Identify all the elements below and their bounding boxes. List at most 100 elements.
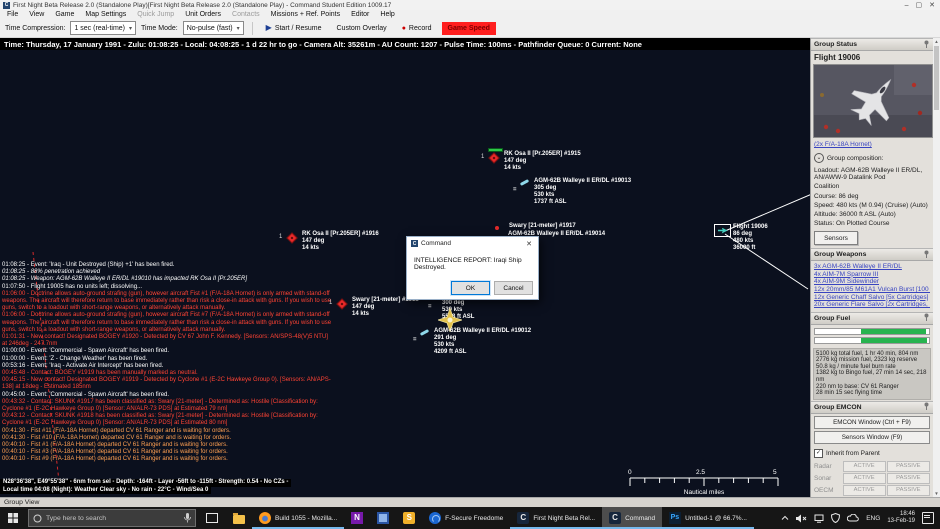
log-entry: 00:43:12 - Contact: SKUNK #1918 has been…	[2, 413, 334, 427]
emcon-window-button[interactable]: EMCON Window (Ctrl + F9)	[814, 416, 930, 429]
unit-prefix: 1	[329, 300, 332, 306]
taskbar-app-blue-app[interactable]	[370, 507, 396, 529]
taskbar-app-command[interactable]: Command	[602, 507, 662, 529]
close-button[interactable]: ✕	[929, 2, 935, 9]
cortana-circle-icon	[33, 514, 42, 523]
weapon-link[interactable]: 4x AIM-9M Sidewinder	[814, 278, 930, 286]
log-entry: 01:06:00 - Doctrine allows auto-ground s…	[2, 312, 334, 334]
menu-item[interactable]: Editor	[351, 11, 369, 18]
dialog-close-icon[interactable]: ✕	[524, 240, 534, 248]
menu-item[interactable]: File	[7, 11, 18, 18]
emcon-passive-button[interactable]: PASSIVE	[887, 461, 930, 472]
scrollbar-thumb[interactable]	[934, 46, 939, 110]
pin-icon[interactable]	[923, 402, 930, 412]
time-compression-select[interactable]: 1 sec (real-time)▾	[70, 21, 136, 35]
group-emcon-header[interactable]: Group EMCON	[811, 401, 933, 414]
group-status-header[interactable]: Group Status	[811, 38, 933, 51]
menu-item[interactable]: Unit Orders	[185, 11, 221, 18]
pin-icon[interactable]	[923, 313, 930, 323]
game-speed-indicator[interactable]: Game Speed	[442, 22, 496, 35]
time-mode-select[interactable]: No-pulse (fast)▾	[183, 21, 244, 35]
emcon-active-button[interactable]: ACTIVE	[843, 473, 886, 484]
pin-icon[interactable]	[923, 250, 930, 260]
missile-datalink-icon: =	[513, 187, 517, 193]
dialog-titlebar[interactable]: C Command ✕	[407, 237, 538, 250]
emcon-passive-button[interactable]: PASSIVE	[887, 485, 930, 496]
taskbar-app-snagit[interactable]	[396, 507, 422, 529]
altitude-text: Altitude: 36000 ft ASL (Auto)	[811, 211, 933, 218]
taskbar-app-label: First Night Beta Rel...	[533, 515, 595, 522]
record-button[interactable]: ● Record	[397, 23, 437, 34]
sidebar-scrollbar[interactable]: ▲ ▼	[933, 38, 940, 497]
taskbar-app-photoshop[interactable]: Untitled-1 @ 66.7%...	[662, 507, 754, 529]
firefox-icon	[259, 512, 271, 524]
map-view[interactable]: 01:08:25 - Event: 'Iraq - Unit Destroyed…	[0, 50, 810, 497]
taskbar-app-onenote[interactable]	[344, 507, 370, 529]
sensors-window-button[interactable]: Sensors Window (F9)	[814, 431, 930, 444]
weapon-link[interactable]: 3x AGM-62B Walleye II ER/DL	[814, 263, 930, 271]
weapon-link[interactable]: 12x 20mm/85 M61A1 Vulcan Burst [100 rnds…	[814, 286, 930, 294]
unit-data-line: 1737 ft ASL	[534, 199, 631, 206]
checkbox-checked-icon[interactable]: ✓	[814, 449, 823, 458]
emcon-active-button[interactable]: ACTIVE	[843, 461, 886, 472]
hostile-contact-icon[interactable]	[495, 226, 499, 230]
menu-item[interactable]: Contacts	[232, 11, 260, 18]
weapon-link[interactable]: 4x AIM-7M Sparrow III	[814, 271, 930, 279]
menu-item[interactable]: Quick Jump	[137, 11, 174, 18]
language-indicator[interactable]: ENG	[866, 515, 880, 522]
emcon-grid: Radar ACTIVE PASSIVE Sonar ACTIVE PASSIV…	[811, 461, 933, 496]
menu-item[interactable]: Help	[380, 11, 394, 18]
missile-datalink-icon: =	[413, 337, 417, 343]
taskbar-app-firefox[interactable]: Build 1055 - Mozilla...	[252, 507, 344, 529]
inherit-from-parent-row[interactable]: ✓ Inherit from Parent	[811, 446, 933, 460]
taskbar-app-task-view[interactable]	[198, 507, 226, 529]
taskbar-app-label: Command	[625, 515, 655, 522]
custom-overlay-button[interactable]: Custom Overlay	[332, 23, 392, 34]
tray-chevron-up-icon[interactable]	[781, 515, 789, 521]
network-icon[interactable]	[814, 514, 824, 523]
system-tray: ENG 18:46 13-Feb-19	[775, 507, 940, 529]
chevron-down-icon: ▾	[129, 25, 132, 32]
menu-item[interactable]: Map Settings	[85, 11, 126, 18]
minimize-button[interactable]: –	[905, 2, 909, 9]
group-fuel-header[interactable]: Group Fuel	[811, 312, 933, 325]
speed-text: Speed: 480 kts (M 0.94) (Cruise) (Auto)	[811, 202, 933, 209]
menu-item[interactable]: Game	[55, 11, 74, 18]
start-button[interactable]	[0, 507, 26, 529]
unit-type-link[interactable]: (2x F/A-18A Hornet)	[814, 141, 930, 148]
emcon-row-label: Radar	[814, 463, 842, 470]
cursor-readout-line1: N28°36'38", E49°55'38" - 6nm from sel - …	[0, 479, 291, 487]
emcon-active-button[interactable]: ACTIVE	[843, 485, 886, 496]
volume-muted-icon[interactable]	[796, 514, 807, 523]
weapon-link[interactable]: 20x Generic Flare Salvo [2x Cartridges, …	[814, 301, 930, 309]
fuel-bar-fill	[861, 338, 927, 343]
menu-item[interactable]: View	[29, 11, 44, 18]
menu-item[interactable]: Missions + Ref. Points	[271, 11, 340, 18]
scroll-up-icon[interactable]: ▲	[933, 39, 940, 44]
cursor-readout-line2: Local time 04:08 (Night): Weather Clear …	[0, 487, 211, 495]
window-title: First Night Beta Release 2.0 (Standalone…	[13, 2, 905, 9]
sensors-button[interactable]: Sensors	[814, 231, 858, 245]
log-entry: 00:40:10 - Fist #1 (F/A-18A Hornet) depa…	[2, 442, 334, 449]
action-center-icon[interactable]	[922, 512, 934, 524]
fuel-info-line: 1382 kg to Bingo fuel, 27 min 14 sec, 21…	[816, 370, 928, 383]
weapon-link[interactable]: 12x Generic Chaff Salvo [5x Cartridges]	[814, 294, 930, 302]
pin-icon[interactable]	[923, 40, 930, 50]
shield-icon[interactable]	[831, 513, 840, 523]
ok-button[interactable]: OK	[451, 281, 490, 295]
taskbar-search-input[interactable]: Type here to search	[28, 509, 196, 527]
clock[interactable]: 18:46 13-Feb-19	[887, 511, 915, 525]
selected-unit-box[interactable]	[714, 224, 731, 237]
taskbar-app-f-secure[interactable]: F-Secure Freedome	[422, 507, 510, 529]
cancel-button[interactable]: Cancel	[494, 281, 533, 295]
taskbar-app-file-explorer[interactable]	[226, 507, 252, 529]
photoshop-icon	[669, 512, 681, 524]
start-resume-button[interactable]: ▶ Start / Resume	[261, 22, 327, 34]
group-composition-toggle[interactable]: ⌄ Group composition:	[811, 150, 933, 165]
maximize-button[interactable]: ▢	[916, 2, 923, 9]
scroll-down-icon[interactable]: ▼	[933, 491, 940, 496]
emcon-passive-button[interactable]: PASSIVE	[887, 473, 930, 484]
taskbar-app-command[interactable]: First Night Beta Rel...	[510, 507, 602, 529]
cloud-icon[interactable]	[847, 514, 859, 522]
group-weapons-header[interactable]: Group Weapons	[811, 248, 933, 261]
